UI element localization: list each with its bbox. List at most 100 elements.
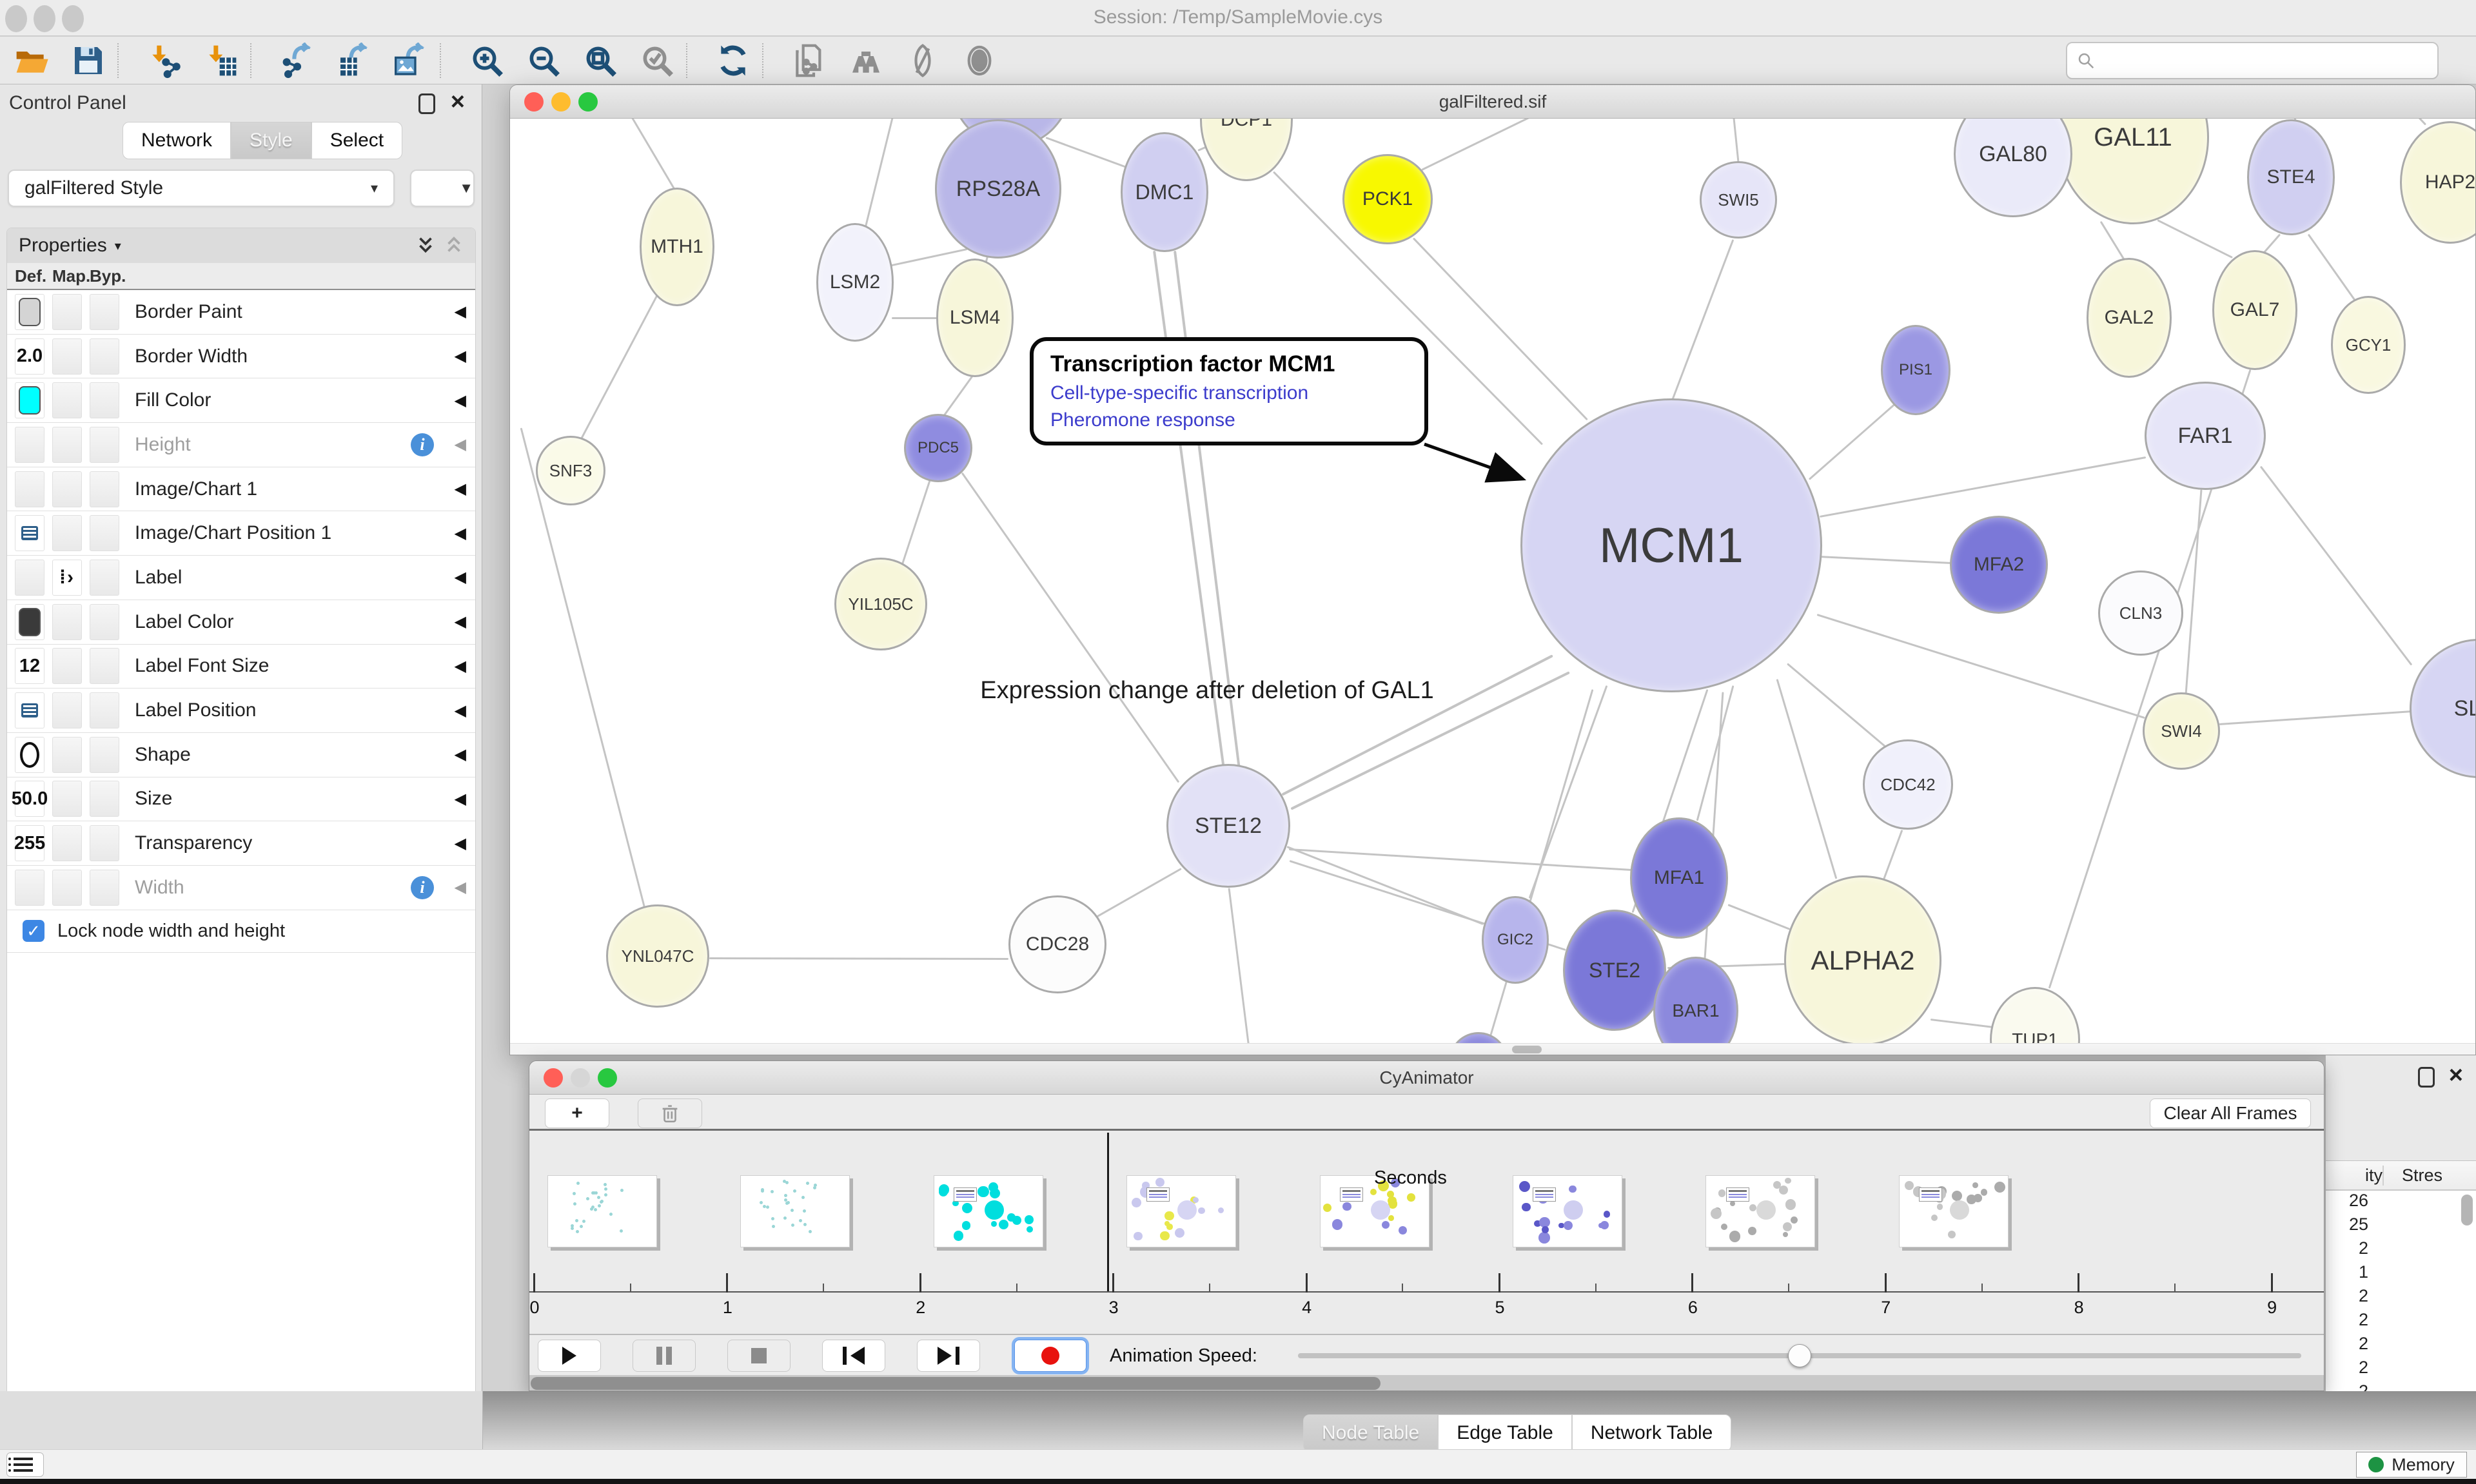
network-node-gcy1[interactable]: GCY1 <box>2331 296 2406 394</box>
network-edge[interactable] <box>1228 888 1251 1053</box>
network-edge[interactable] <box>1286 846 1483 925</box>
network-node-gal11[interactable]: GAL11 <box>2057 119 2209 224</box>
property-row-fill-color[interactable]: Fill Color◀ <box>7 378 475 423</box>
duplicate-icon[interactable] <box>791 42 828 79</box>
property-row-label[interactable]: ⁞›Label◀ <box>7 556 475 600</box>
default-value-cell[interactable]: 12 <box>15 648 44 684</box>
mapping-cell[interactable] <box>52 825 82 861</box>
mapping-cell[interactable] <box>52 781 82 817</box>
network-node-hap2[interactable]: HAP2 <box>2400 121 2475 244</box>
tab-network[interactable]: Network <box>123 122 231 159</box>
slider-thumb[interactable] <box>1788 1344 1811 1367</box>
default-value-cell[interactable] <box>15 427 44 463</box>
default-value-cell[interactable]: 2.0 <box>15 338 44 375</box>
frame-thumbnail-5[interactable] <box>1513 1175 1622 1247</box>
search-input[interactable] <box>2066 42 2439 79</box>
tab-network-table[interactable]: Network Table <box>1572 1414 1732 1452</box>
network-edge[interactable] <box>1045 137 1134 171</box>
style-select[interactable]: galFiltered Style ▾ <box>8 170 395 207</box>
task-history-button[interactable] <box>6 1452 44 1477</box>
property-row-image-chart-position-1[interactable]: Image/Chart Position 1◀ <box>7 511 475 556</box>
network-node-pis1[interactable]: PIS1 <box>1881 325 1950 415</box>
hide-details-icon[interactable] <box>904 42 941 79</box>
expand-row-icon[interactable]: ◀ <box>455 480 466 498</box>
network-edge[interactable] <box>1787 663 1889 749</box>
mapping-cell[interactable]: ⁞› <box>52 560 82 596</box>
play-button[interactable] <box>538 1340 601 1372</box>
zoom-out-icon[interactable] <box>525 42 562 79</box>
memory-button[interactable]: Memory <box>2356 1452 2467 1478</box>
frame-thumbnail-7[interactable] <box>1899 1175 2009 1247</box>
property-row-shape[interactable]: Shape◀ <box>7 733 475 777</box>
network-node-cln3[interactable]: CLN3 <box>2098 571 2183 656</box>
property-row-height[interactable]: Heighti◀ <box>7 423 475 467</box>
property-row-border-paint[interactable]: Border Paint◀ <box>7 290 475 335</box>
mapping-cell[interactable] <box>52 338 82 375</box>
step-forward-button[interactable] <box>917 1340 980 1372</box>
animator-horizontal-scrollbar[interactable] <box>529 1375 2324 1391</box>
network-node-alpha2[interactable]: ALPHA2 <box>1784 875 1941 1046</box>
find-icon[interactable] <box>847 42 885 79</box>
close-panel-icon[interactable]: × <box>2449 1063 2463 1088</box>
expand-row-icon[interactable]: ◀ <box>455 568 466 587</box>
expand-row-icon[interactable]: ◀ <box>455 347 466 366</box>
pause-button[interactable] <box>633 1340 696 1372</box>
zoom-fit-icon[interactable] <box>582 42 619 79</box>
network-edge[interactable] <box>580 293 659 440</box>
property-row-label-color[interactable]: Label Color◀ <box>7 600 475 645</box>
mapping-cell[interactable] <box>52 427 82 463</box>
tab-select[interactable]: Select <box>311 122 402 159</box>
import-network-icon[interactable] <box>146 42 183 79</box>
network-node-snf3[interactable]: SNF3 <box>536 436 605 505</box>
network-edge[interactable] <box>1672 239 1734 399</box>
network-edge[interactable] <box>1809 404 1895 480</box>
property-row-transparency[interactable]: 255Transparency◀ <box>7 821 475 866</box>
network-node-ste2[interactable]: STE2 <box>1563 910 1666 1031</box>
collapse-all-icon[interactable] <box>444 235 464 257</box>
default-value-cell[interactable] <box>15 604 44 640</box>
show-details-icon[interactable] <box>961 42 998 79</box>
network-node-dmc1[interactable]: DMC1 <box>1121 132 1208 252</box>
table-row[interactable]: 2 <box>2326 1334 2476 1358</box>
frame-thumbnail-0[interactable] <box>547 1175 657 1247</box>
network-node-gal7[interactable]: GAL7 <box>2212 250 2297 370</box>
expand-row-icon[interactable]: ◀ <box>455 878 466 897</box>
frame-thumbnail-3[interactable] <box>1126 1175 1236 1247</box>
expand-row-icon[interactable]: ◀ <box>455 302 466 321</box>
default-value-cell[interactable] <box>15 471 44 507</box>
mapping-cell[interactable] <box>52 648 82 684</box>
network-edge[interactable] <box>2157 219 2232 259</box>
bypass-cell[interactable] <box>90 560 119 596</box>
network-canvas[interactable]: DCP1RPS28ADMC1PCK1MTH1LSM2LSM4SNF3PDC5YI… <box>510 119 2475 1055</box>
network-edge[interactable] <box>1413 237 1588 420</box>
network-edge[interactable] <box>1730 119 1740 162</box>
default-value-cell[interactable] <box>15 870 44 906</box>
property-row-label-font-size[interactable]: 12Label Font Size◀ <box>7 645 475 689</box>
tab-style[interactable]: Style <box>231 122 311 159</box>
default-value-cell[interactable] <box>15 737 44 773</box>
bypass-cell[interactable] <box>90 427 119 463</box>
mapping-cell[interactable] <box>52 604 82 640</box>
table-row[interactable]: 2 <box>2326 1238 2476 1262</box>
network-node-gic2[interactable]: GIC2 <box>1482 896 1549 984</box>
mapping-cell[interactable] <box>52 471 82 507</box>
frame-thumbnail-2[interactable] <box>934 1175 1043 1247</box>
network-edge[interactable] <box>2308 233 2355 300</box>
stop-button[interactable] <box>727 1340 791 1372</box>
mapping-cell[interactable] <box>52 515 82 551</box>
animation-speed-slider[interactable] <box>1298 1353 2301 1358</box>
network-node-ste12[interactable]: STE12 <box>1166 764 1290 888</box>
network-node-pdc5[interactable]: PDC5 <box>904 414 972 482</box>
network-node-swi5[interactable]: SWI5 <box>1700 161 1777 239</box>
network-node-ynl047c[interactable]: YNL047C <box>606 904 709 1008</box>
mapping-cell[interactable] <box>52 737 82 773</box>
clear-all-frames-button[interactable]: Clear All Frames <box>2150 1098 2311 1128</box>
expand-row-icon[interactable]: ◀ <box>455 790 466 808</box>
table-row[interactable]: 2 <box>2326 1358 2476 1381</box>
network-edge[interactable] <box>901 480 931 567</box>
bypass-cell[interactable] <box>90 825 119 861</box>
network-node-dcp1[interactable]: DCP1 <box>1200 119 1293 181</box>
network-edge[interactable] <box>2389 119 2426 125</box>
network-edge[interactable] <box>1727 904 1790 930</box>
network-edge[interactable] <box>1776 679 1838 879</box>
